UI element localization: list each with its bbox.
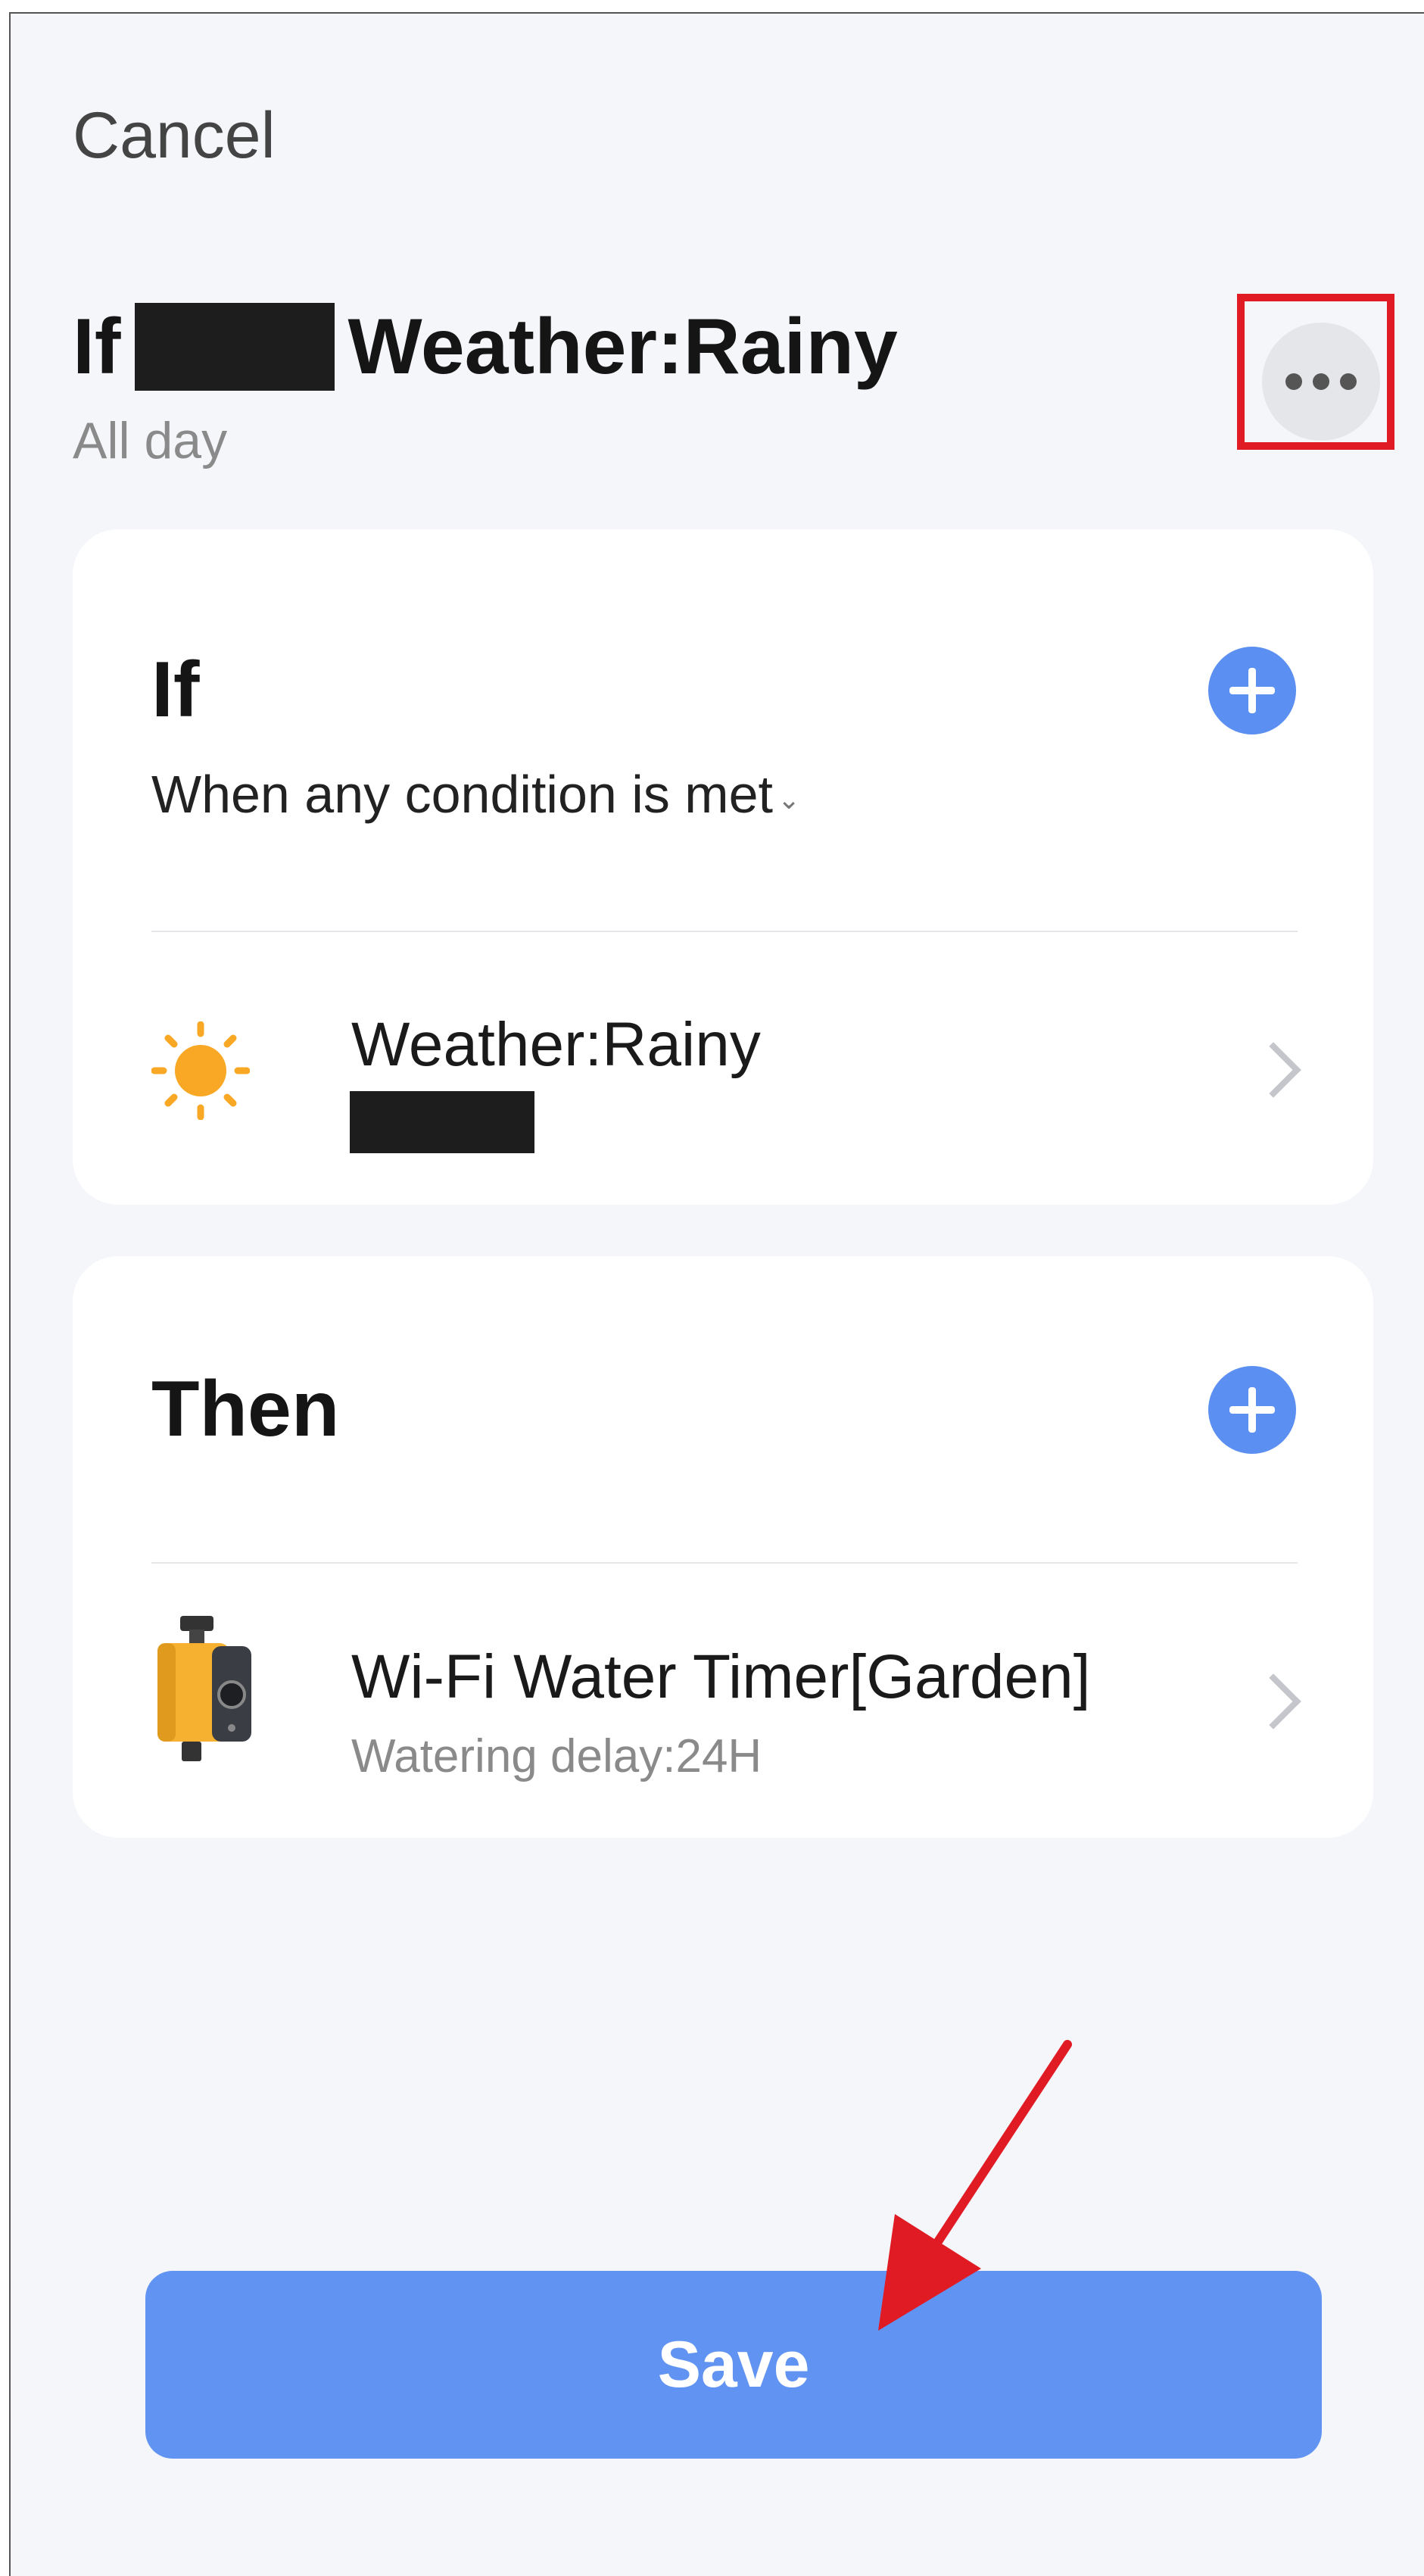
more-horizontal-icon <box>1285 373 1357 390</box>
chevron-right-icon <box>1245 1673 1301 1729</box>
condition-row[interactable]: Weather:Rainy <box>73 953 1373 1180</box>
more-options-button[interactable] <box>1262 323 1380 441</box>
then-heading: Then <box>151 1365 340 1453</box>
cancel-button[interactable]: Cancel <box>73 103 276 168</box>
if-card: If When any condition is met ⌄ Weather:R… <box>73 529 1373 1205</box>
scene-title: If Weather:Rainy <box>73 301 898 392</box>
scene-subtitle: All day <box>73 412 228 469</box>
condition-mode-label: When any condition is met <box>151 765 773 824</box>
redacted-block <box>134 303 335 391</box>
title-prefix: If <box>73 303 121 391</box>
condition-title: Weather:Rainy <box>351 1010 761 1079</box>
arrow-annotation <box>878 2040 1072 2331</box>
divider <box>151 931 1298 932</box>
chevron-right-icon <box>1245 1042 1301 1098</box>
water-timer-icon <box>157 1616 251 1761</box>
chevron-down-icon: ⌄ <box>777 784 801 815</box>
add-action-button[interactable] <box>1208 1366 1296 1454</box>
scene-editor-screen: Cancel If Weather:Rainy All day If When … <box>9 12 1424 2576</box>
add-condition-button[interactable] <box>1208 647 1296 734</box>
then-card: Then Wi-Fi Water Timer[Garden] Watering … <box>73 1256 1373 1838</box>
title-suffix: Weather:Rainy <box>347 303 898 391</box>
sun-icon <box>151 1021 250 1120</box>
divider <box>151 1562 1298 1564</box>
condition-mode-dropdown[interactable]: When any condition is met ⌄ <box>151 768 800 821</box>
redacted-block <box>350 1091 534 1153</box>
save-button[interactable]: Save <box>145 2271 1322 2459</box>
action-row[interactable]: Wi-Fi Water Timer[Garden] Watering delay… <box>73 1582 1373 1809</box>
if-heading: If <box>151 646 200 734</box>
action-subtitle: Watering delay:24H <box>351 1730 762 1782</box>
action-title: Wi-Fi Water Timer[Garden] <box>351 1642 1091 1711</box>
